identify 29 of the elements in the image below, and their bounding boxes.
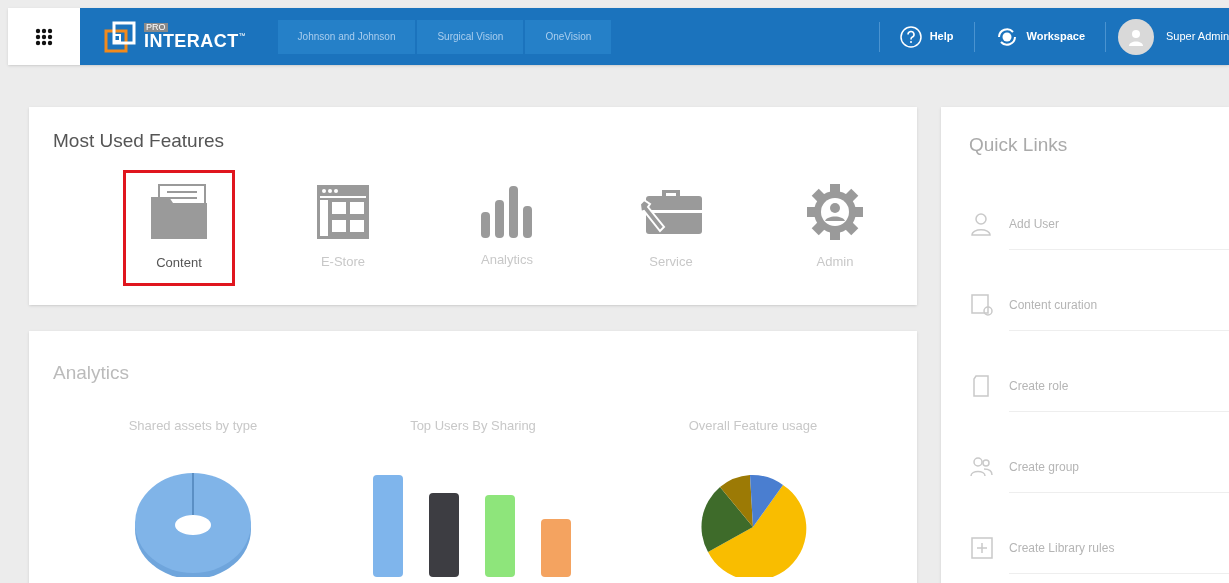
plus-square-icon <box>969 535 995 561</box>
feature-tile[interactable]: Content <box>123 169 235 286</box>
workspace-button[interactable]: Workspace <box>974 24 1105 49</box>
help-icon <box>899 25 922 48</box>
apps-menu-button[interactable] <box>8 8 80 65</box>
bar-chart-icon <box>480 185 534 238</box>
pro-badge: PRO <box>144 23 168 32</box>
quick-link[interactable]: Create group <box>969 426 1229 508</box>
card-title: Analytics <box>53 361 131 385</box>
quick-link[interactable]: Content curation <box>969 264 1229 346</box>
gear-person-icon <box>807 183 863 240</box>
logo-squares-icon <box>104 20 136 53</box>
quick-link[interactable]: Create role <box>969 345 1229 427</box>
help-button[interactable]: Help <box>879 25 974 48</box>
logo-text: INTERACT <box>144 32 239 50</box>
breadcrumb-link[interactable]: OneVision <box>525 19 612 54</box>
grid-dots-icon <box>35 27 53 46</box>
quick-link[interactable]: Add User <box>969 183 1229 265</box>
breadcrumb-link[interactable]: Johnson and Johnson <box>277 19 416 54</box>
breadcrumb-link[interactable]: Surgical Vision <box>417 19 524 54</box>
chart-bar <box>541 519 571 577</box>
card-title: Quick Links <box>969 133 1069 157</box>
card-title: Most Used Features <box>53 129 226 153</box>
folder-icon <box>149 182 209 241</box>
grid-window-icon <box>316 183 370 240</box>
document-search-icon <box>969 292 995 318</box>
quick-link[interactable]: Create Library rules <box>969 507 1229 583</box>
avatar-icon <box>1118 18 1154 55</box>
user-menu-button[interactable]: Super Admin <box>1106 18 1229 55</box>
